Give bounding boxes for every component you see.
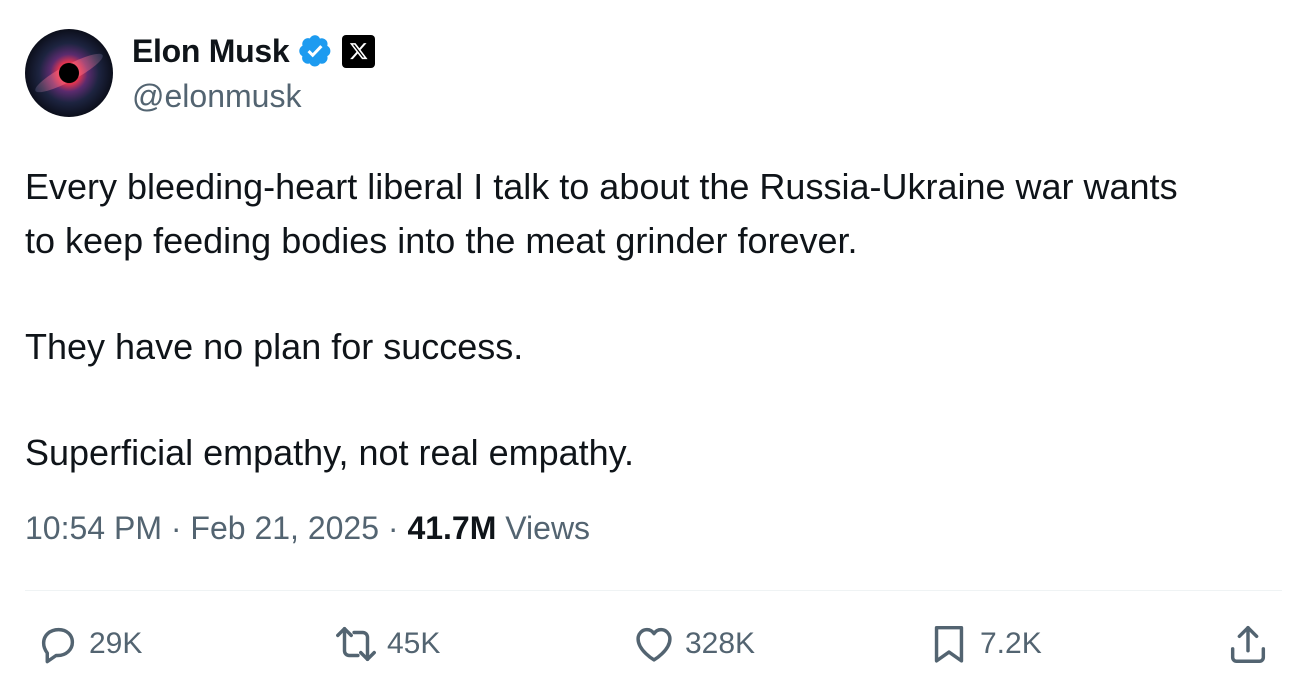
avatar-core — [59, 63, 79, 83]
tweet-line: Superficial empathy, not real empathy. — [25, 432, 634, 473]
verified-badge-icon[interactable] — [297, 33, 333, 69]
bookmark-count: 7.2K — [980, 627, 1042, 660]
share-icon — [1230, 625, 1266, 663]
reply-button[interactable]: 29K — [35, 618, 142, 670]
meta-separator: · — [170, 510, 182, 546]
views-count: 41.7M — [407, 510, 497, 546]
bookmark-icon — [934, 625, 964, 663]
views-label: Views — [505, 510, 591, 546]
tweet-line: to keep feeding bodies into the meat gri… — [25, 220, 858, 261]
tweet-meta: 10:54 PM · Feb 21, 2025 · 41.7M Views — [25, 510, 590, 547]
tweet-time[interactable]: 10:54 PM — [25, 510, 162, 546]
tweet-line: They have no plan for success. — [25, 326, 524, 367]
heart-icon — [636, 627, 672, 662]
repost-button[interactable]: 45K — [333, 618, 440, 670]
repost-icon — [336, 626, 376, 662]
author-display-name[interactable]: Elon Musk — [132, 33, 290, 70]
author-handle[interactable]: @elonmusk — [132, 78, 301, 115]
bookmark-button[interactable]: 7.2K — [926, 618, 1042, 670]
like-button[interactable]: 328K — [631, 618, 755, 670]
divider — [25, 590, 1282, 591]
reply-icon — [41, 627, 75, 664]
tweet-line: Every bleeding-heart liberal I talk to a… — [25, 166, 1178, 207]
author-name-row: Elon Musk — [132, 31, 376, 71]
tweet-text: Every bleeding-heart liberal I talk to a… — [25, 160, 1285, 480]
reply-count: 29K — [89, 627, 143, 660]
like-count: 328K — [685, 627, 756, 660]
meta-separator: · — [387, 510, 399, 546]
repost-count: 45K — [387, 627, 441, 660]
share-button[interactable] — [1225, 618, 1271, 670]
tweet-date[interactable]: Feb 21, 2025 — [190, 510, 379, 546]
x-logo-icon[interactable] — [342, 34, 376, 68]
avatar[interactable] — [25, 29, 113, 117]
